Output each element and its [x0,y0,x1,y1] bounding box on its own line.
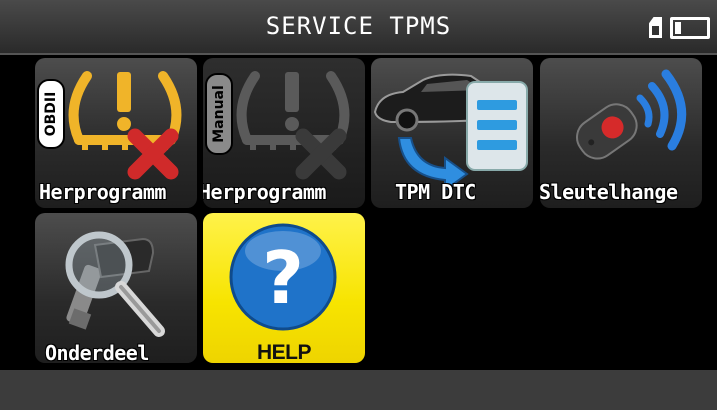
tile-label-help: HELP [256,341,312,363]
tile-label-obdii-reprogram: Herprogramm [39,180,166,204]
menu-tile-part-lookup[interactable]: Onderdeel [35,213,197,363]
svg-text:?: ? [262,236,304,320]
menu-tile-key-fob[interactable]: Sleutelhange [540,58,702,208]
manual-badge: Manual [211,85,227,143]
menu-tile-obdii-reprogram[interactable]: OBDII Herprogramm [35,58,197,208]
footer-bar [0,370,717,410]
screen-title: SERVICE TPMS [265,12,452,40]
menu-tile-manual-reprogram[interactable]: Manual Herprogramm [203,58,365,208]
tile-label-key-fob: Sleutelhange [540,180,678,204]
tile-label-tpm-dtc: TPM DTC [395,180,476,204]
tpms-service-screen: SERVICE TPMS OBDII Herprogramm Manual He… [0,0,717,410]
obdii-badge: OBDII [43,92,59,137]
menu-tile-help[interactable]: ? HELP [203,213,365,363]
tile-label-part-lookup: Onderdeel [45,341,149,363]
title-bar: SERVICE TPMS [0,0,717,55]
menu-tile-tpm-dtc[interactable]: TPM DTC [371,58,533,208]
tile-label-manual-reprogram: Herprogramm [203,180,326,204]
battery-icon [670,17,710,39]
